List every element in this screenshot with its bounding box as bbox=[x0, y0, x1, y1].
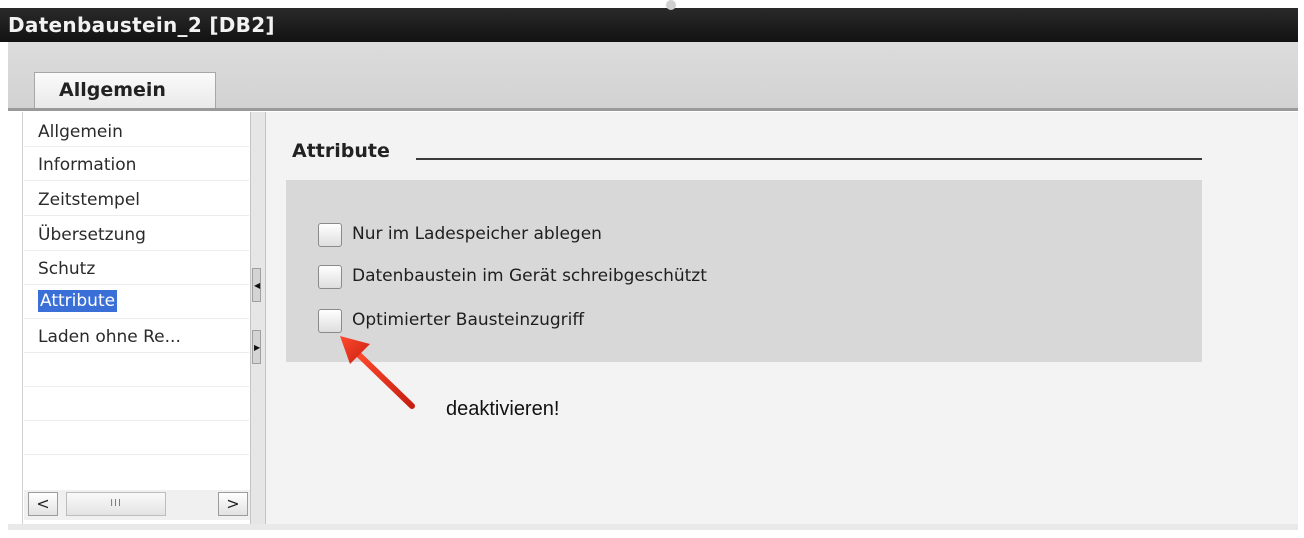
nav-divider bbox=[24, 454, 249, 455]
nav-divider bbox=[24, 352, 249, 353]
nav-divider bbox=[24, 318, 249, 319]
window-bottom-edge bbox=[8, 524, 1298, 530]
annotation-text: deaktivieren! bbox=[446, 398, 560, 420]
sidebar-item-uebersetzung[interactable]: Übersetzung bbox=[38, 224, 146, 246]
nav-divider bbox=[24, 180, 249, 181]
nav-divider bbox=[24, 250, 249, 251]
scrollbar-thumb[interactable]: III bbox=[66, 492, 166, 516]
chevron-left-icon[interactable]: < bbox=[28, 492, 58, 516]
checkbox-label[interactable]: Nur im Ladespeicher ablegen bbox=[352, 224, 602, 244]
expand-right-button[interactable]: ▶ bbox=[252, 330, 261, 364]
tab-label: Allgemein bbox=[59, 79, 166, 101]
nav-divider bbox=[24, 420, 249, 421]
checkbox-label[interactable]: Datenbaustein im Gerät schreibgeschützt bbox=[352, 266, 707, 286]
triangle-right-icon: ▶ bbox=[254, 343, 261, 352]
nav-divider bbox=[24, 215, 249, 216]
title-bar: Datenbaustein_2 [DB2] bbox=[0, 8, 1298, 42]
chevron-right-icon[interactable]: > bbox=[218, 492, 248, 516]
tab-divider bbox=[8, 108, 1298, 111]
section-divider bbox=[416, 158, 1202, 160]
red-arrow-icon bbox=[340, 336, 415, 409]
checkbox-schreibgeschuetzt[interactable] bbox=[318, 265, 342, 289]
sidebar-item-attribute[interactable]: Attribute bbox=[38, 290, 118, 312]
sidebar-item-allgemein[interactable]: Allgemein bbox=[38, 121, 123, 143]
panel-splitter[interactable] bbox=[250, 112, 266, 524]
title-notch-icon bbox=[666, 0, 676, 10]
nav-divider bbox=[24, 284, 249, 285]
checkbox-ladespeicher[interactable] bbox=[318, 223, 342, 247]
sidebar-item-schutz[interactable]: Schutz bbox=[38, 258, 95, 280]
tab-allgemein[interactable]: Allgemein bbox=[34, 72, 216, 110]
section-title: Attribute bbox=[292, 140, 390, 162]
sidebar-item-zeitstempel[interactable]: Zeitstempel bbox=[38, 189, 140, 211]
sidebar-item-information[interactable]: Information bbox=[38, 154, 136, 176]
window-title: Datenbaustein_2 [DB2] bbox=[8, 13, 275, 37]
triangle-left-icon: ◀ bbox=[254, 281, 261, 290]
checkbox-label[interactable]: Optimierter Bausteinzugriff bbox=[352, 310, 584, 330]
nav-divider bbox=[24, 146, 249, 147]
properties-window: Datenbaustein_2 [DB2] Allgemein Allgemei… bbox=[0, 0, 1304, 538]
collapse-left-button[interactable]: ◀ bbox=[252, 268, 261, 302]
nav-divider bbox=[24, 386, 249, 387]
sidebar-item-laden-ohne-reinit[interactable]: Laden ohne Re... bbox=[38, 326, 181, 348]
